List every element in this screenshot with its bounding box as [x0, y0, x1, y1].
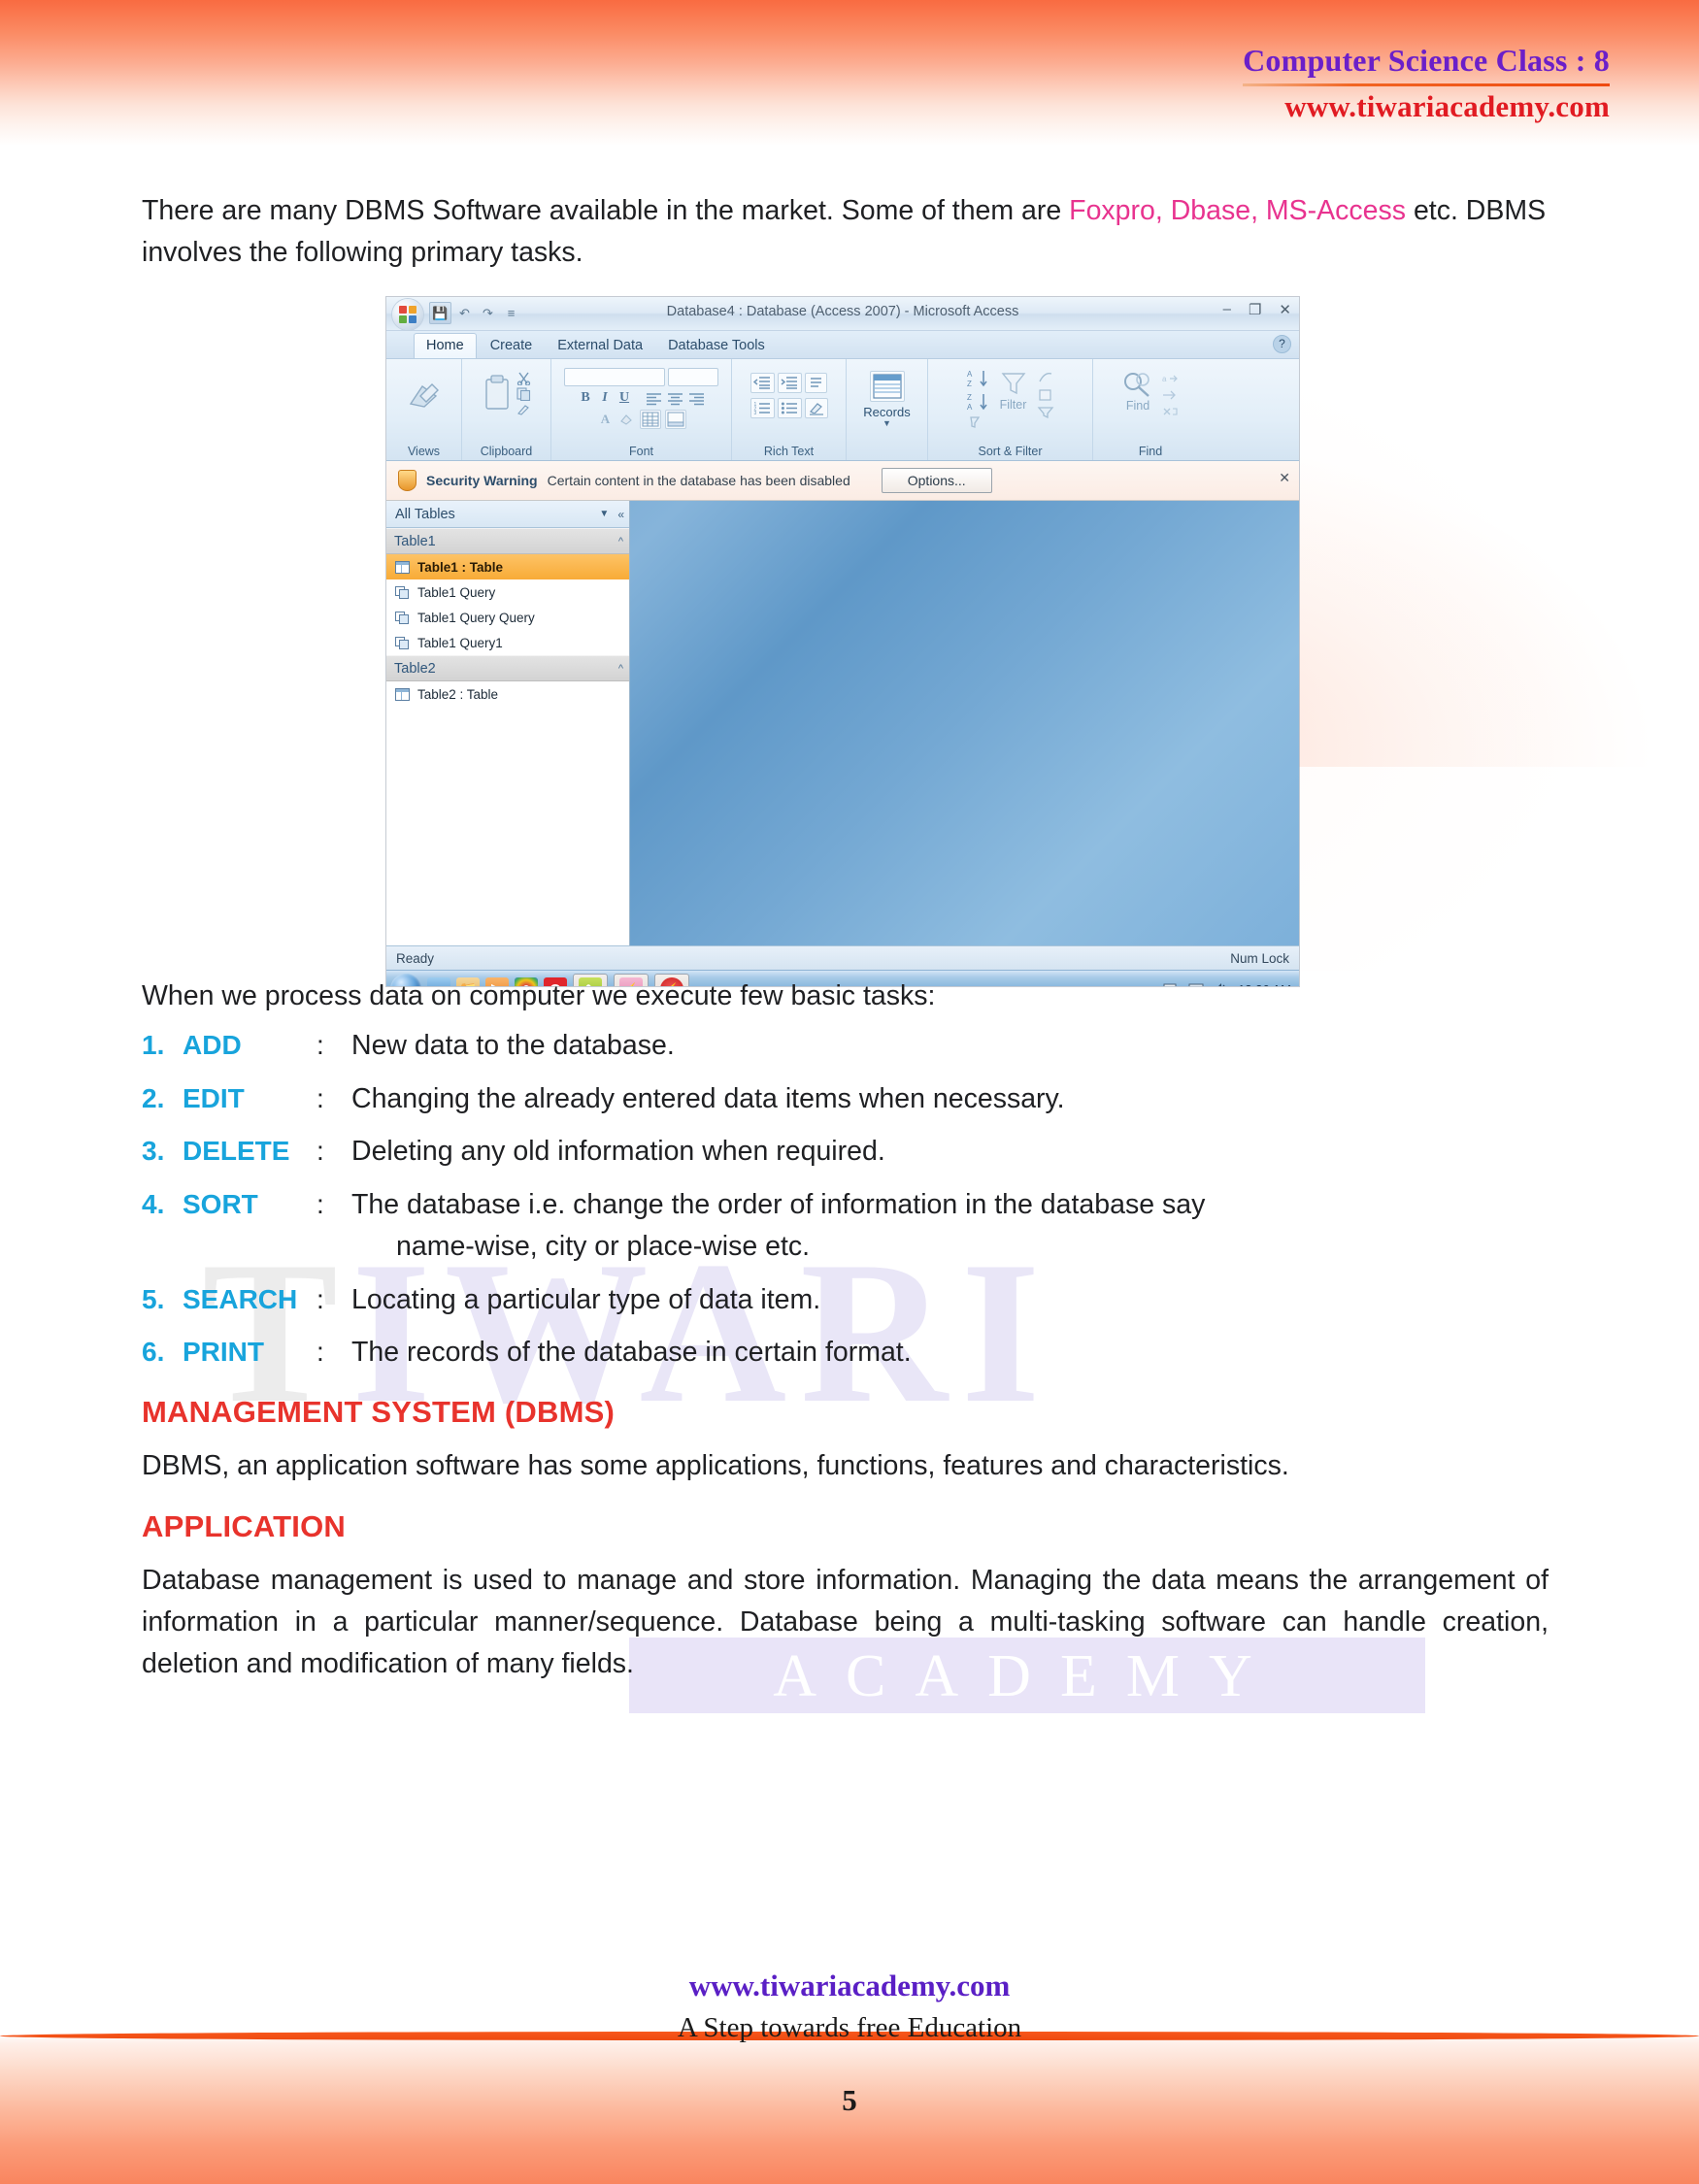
task-description: Changing the already entered data items …: [351, 1082, 1065, 1114]
task-number: 5.: [142, 1283, 165, 1314]
task-label: ADD: [183, 1029, 242, 1060]
task-label: EDIT: [183, 1082, 245, 1113]
list-item: 2. EDIT : Changing the already entered d…: [142, 1078, 1549, 1120]
header-website-link[interactable]: www.tiwariacademy.com: [1243, 89, 1610, 124]
task-number: 1.: [142, 1029, 165, 1060]
list-item: 6. PRINT : The records of the database i…: [142, 1332, 1549, 1373]
task-description: The records of the database in certain f…: [351, 1337, 912, 1369]
header-class-title: Computer Science Class : 8: [1243, 43, 1610, 78]
task-label: DELETE: [183, 1136, 290, 1167]
task-description-wrapper: The database i.e. change the order of in…: [351, 1184, 1549, 1268]
task-colon: :: [316, 1283, 324, 1314]
list-item: 3. DELETE : Deleting any old information…: [142, 1131, 1549, 1173]
task-number: 3.: [142, 1136, 165, 1167]
heading-management-system-dbms: MANAGEMENT SYSTEM (DBMS): [142, 1395, 616, 1430]
tasks-intro-paragraph: When we process data on computer we exec…: [142, 979, 936, 1011]
list-item: 1. ADD : New data to the database.: [142, 1025, 1549, 1067]
task-description: The database i.e. change the order of in…: [351, 1189, 1206, 1221]
list-item: 5. SEARCH : Locating a particular type o…: [142, 1279, 1549, 1321]
page-header: Computer Science Class : 8 www.tiwariaca…: [1243, 41, 1610, 124]
paragraph-application: Database management is used to manage an…: [142, 1564, 1549, 1680]
task-number: 4.: [142, 1189, 165, 1220]
task-colon: :: [316, 1136, 324, 1167]
task-description: Deleting any old information when requir…: [351, 1136, 885, 1168]
screenshot-spacer: [142, 281, 1549, 976]
task-colon: :: [316, 1189, 324, 1220]
footer-tagline: A Step towards free Education: [677, 2012, 1022, 2043]
basic-tasks-list: 1. ADD : New data to the database. 2. ED…: [142, 1025, 1549, 1373]
page-number: 5: [842, 2083, 857, 2117]
heading-application: APPLICATION: [142, 1508, 347, 1543]
document-content: There are many DBMS Software available i…: [142, 190, 1549, 1691]
task-description: Locating a particular type of data item.: [351, 1283, 821, 1315]
footer-website-link[interactable]: www.tiwariacademy.com: [0, 1969, 1699, 2003]
paragraph-dbms: DBMS, an application software has some a…: [142, 1450, 1289, 1482]
intro-highlight-software: Foxpro, Dbase, MS-Access: [1069, 195, 1407, 226]
list-item: 4. SORT : The database i.e. change the o…: [142, 1184, 1549, 1268]
task-colon: :: [316, 1082, 324, 1113]
task-number: 6.: [142, 1337, 165, 1368]
intro-paragraph: There are many DBMS Software available i…: [142, 190, 1549, 275]
task-description-continuation: name-wise, city or place-wise etc.: [396, 1230, 811, 1262]
header-divider: [1243, 83, 1610, 86]
task-colon: :: [316, 1337, 324, 1368]
task-description: New data to the database.: [351, 1029, 675, 1061]
task-label: SORT: [183, 1189, 258, 1220]
intro-text-pre: There are many DBMS Software available i…: [142, 195, 1070, 226]
task-label: PRINT: [183, 1337, 264, 1368]
task-number: 2.: [142, 1082, 165, 1113]
task-label: SEARCH: [183, 1283, 298, 1314]
task-colon: :: [316, 1029, 324, 1060]
